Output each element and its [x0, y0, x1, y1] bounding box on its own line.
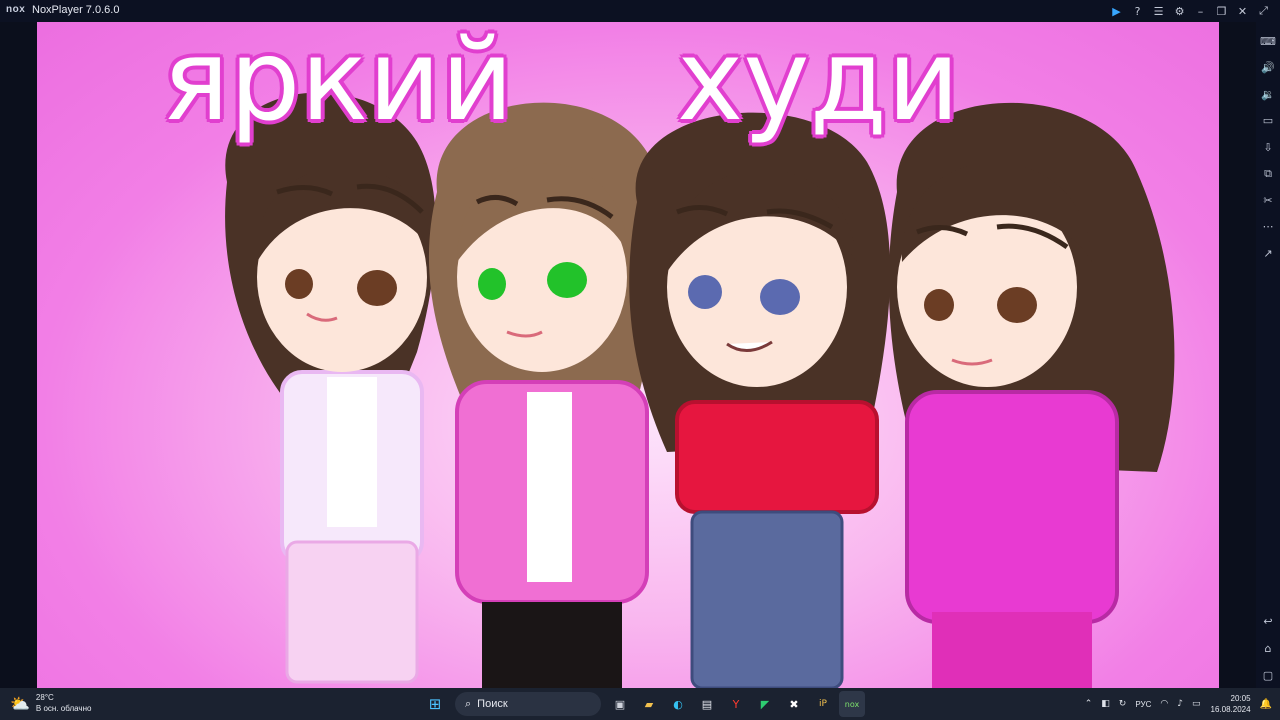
search-placeholder: Поиск: [477, 698, 508, 710]
weather-desc: В осн. облачно: [35, 704, 92, 713]
capcut-icon[interactable]: ✖: [781, 691, 807, 717]
caption-right: худи: [677, 22, 960, 146]
store-icon[interactable]: ▤: [694, 691, 720, 717]
tray-app-icon[interactable]: ◧: [1101, 699, 1110, 709]
search-icon: ⌕: [465, 697, 472, 710]
character-2: [428, 102, 663, 688]
window-controls: ▶? ☰ ⚙ – ❐ ✕ ⤢: [1106, 0, 1274, 22]
ibispaint-icon[interactable]: iP: [810, 691, 836, 717]
weather-widget[interactable]: ⛅ 28°C В осн. облачно: [10, 692, 91, 714]
volume-down-icon[interactable]: 🔉: [1259, 85, 1277, 103]
screenshot-icon[interactable]: ✂: [1259, 191, 1277, 209]
file-explorer-icon[interactable]: ▰: [636, 691, 662, 717]
restore-icon[interactable]: ❐: [1211, 0, 1232, 22]
right-gutter: [1219, 22, 1256, 688]
menu-icon[interactable]: ☰: [1148, 0, 1169, 22]
battery-icon[interactable]: ▭: [1192, 699, 1201, 709]
character-4: [888, 102, 1175, 688]
caption-left: яркий: [162, 22, 514, 146]
open-folder-icon[interactable]: ↗: [1259, 244, 1277, 262]
install-apk-icon[interactable]: ⇩: [1259, 138, 1277, 156]
yandex-browser-icon[interactable]: Y: [723, 691, 749, 717]
keyboard-icon[interactable]: ⌨: [1259, 32, 1277, 50]
volume-up-icon[interactable]: 🔊: [1259, 59, 1277, 77]
wifi-icon[interactable]: ◠: [1160, 699, 1168, 709]
green-app-icon[interactable]: ◤: [752, 691, 778, 717]
nox-logo: nox: [6, 4, 26, 15]
search-box[interactable]: ⌕ Поиск: [455, 692, 601, 716]
start-button[interactable]: ⊞: [422, 691, 448, 717]
help-icon[interactable]: ?: [1127, 0, 1148, 22]
noxplayer-taskbar-icon[interactable]: nox: [839, 691, 865, 717]
chevron-up-icon[interactable]: ⌃: [1085, 699, 1093, 709]
edge-icon[interactable]: ◐: [665, 691, 691, 717]
emulator-screen[interactable]: яркий худи: [37, 22, 1219, 688]
more-icon[interactable]: ⋯: [1259, 218, 1277, 236]
settings-icon[interactable]: ⚙: [1169, 0, 1190, 22]
volume-icon[interactable]: ♪: [1177, 699, 1183, 709]
language-indicator[interactable]: РУС: [1135, 700, 1151, 709]
taskbar-apps: ⊞ ⌕ Поиск ▣ ▰ ◐ ▤ Y ◤ ✖ iP nox: [422, 691, 868, 717]
home-icon[interactable]: ⌂: [1259, 639, 1277, 657]
window-title: NoxPlayer 7.0.6.0: [32, 4, 120, 16]
windows-taskbar: ⛅ 28°C В осн. облачно ⊞ ⌕ Поиск ▣ ▰ ◐ ▤ …: [0, 688, 1280, 720]
notification-bell-icon[interactable]: 🔔: [1260, 699, 1272, 710]
multi-instance-icon[interactable]: ⧉: [1259, 165, 1277, 183]
character-3: [629, 112, 891, 688]
clock-date: 16.08.2024: [1210, 705, 1251, 714]
clock-time: 20:05: [1230, 694, 1251, 703]
recent-apps-icon[interactable]: ▢: [1259, 666, 1277, 684]
sync-icon[interactable]: ↻: [1119, 699, 1127, 709]
play-icon[interactable]: ▶: [1106, 0, 1127, 22]
back-icon[interactable]: ↩: [1259, 612, 1277, 630]
clock[interactable]: 20:05 16.08.2024: [1211, 693, 1251, 715]
cloud-sun-icon: ⛅: [10, 693, 30, 713]
close-icon[interactable]: ✕: [1232, 0, 1253, 22]
nox-sidebar: ⌨ 🔊 🔉 ▭ ⇩ ⧉ ✂ ⋯ ↗ ↩ ⌂ ▢: [1256, 22, 1280, 688]
weather-temp: 28°C: [35, 693, 54, 702]
system-tray: ⌃ ◧ ↻ РУС ◠ ♪ ▭ 20:05 16.08.2024 🔔: [1076, 688, 1272, 720]
title-bar: nox NoxPlayer 7.0.6.0 ▶? ☰ ⚙ – ❐ ✕ ⤢: [0, 0, 1280, 22]
expand-icon[interactable]: ⤢: [1253, 0, 1274, 22]
character-1: [225, 92, 436, 684]
task-view-icon[interactable]: ▣: [607, 691, 633, 717]
minimize-icon[interactable]: –: [1190, 0, 1211, 22]
left-gutter: [0, 22, 37, 688]
screen-icon[interactable]: ▭: [1259, 112, 1277, 130]
